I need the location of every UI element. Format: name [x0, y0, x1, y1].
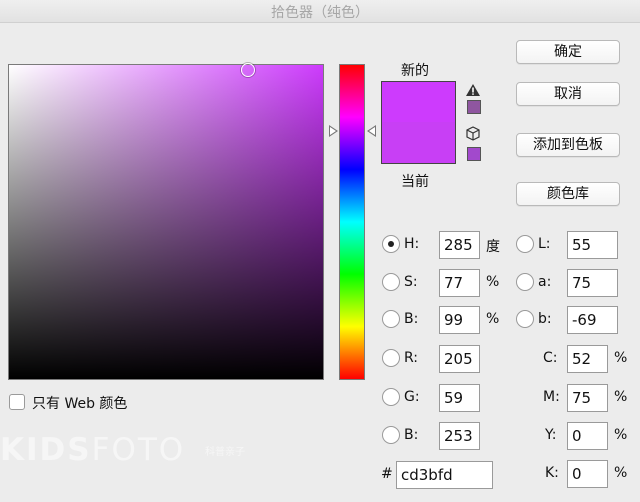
c-unit: % — [614, 350, 628, 366]
s-unit: % — [486, 274, 500, 290]
r-radio[interactable] — [382, 349, 400, 367]
c-field[interactable]: 52 — [567, 345, 608, 373]
g-field[interactable]: 59 — [439, 384, 480, 412]
b-lab-radio[interactable] — [516, 310, 534, 328]
h-label: H: — [404, 236, 420, 252]
watermark-logo: KIDSFOTO 科普亲子 — [0, 432, 245, 468]
h-radio[interactable] — [382, 235, 400, 253]
g-radio[interactable] — [382, 388, 400, 406]
a-radio[interactable] — [516, 273, 534, 291]
h-unit: 度 — [486, 239, 500, 255]
new-color-label: 新的 — [401, 63, 429, 79]
b-hsb-field[interactable]: 99 — [439, 306, 480, 334]
l-field[interactable]: 55 — [567, 231, 618, 259]
hue-slider[interactable] — [339, 64, 365, 380]
web-safe-swatch[interactable] — [467, 147, 481, 161]
title-bar: 拾色器（纯色） — [0, 0, 640, 23]
s-radio[interactable] — [382, 273, 400, 291]
cancel-button[interactable]: 取消 — [516, 82, 620, 106]
web-only-label: 只有 Web 颜色 — [32, 396, 128, 412]
y-label: Y: — [545, 427, 557, 443]
window-title: 拾色器（纯色） — [271, 5, 369, 21]
k-label: K: — [545, 465, 559, 481]
h-field[interactable]: 285 — [439, 231, 480, 259]
ok-button[interactable]: 确定 — [516, 40, 620, 64]
c-label: C: — [543, 350, 558, 366]
color-libraries-button[interactable]: 颜色库 — [516, 182, 620, 206]
m-unit: % — [614, 389, 628, 405]
k-unit: % — [614, 465, 628, 481]
hue-slider-left-arrow-icon[interactable] — [329, 125, 338, 137]
current-color-label: 当前 — [401, 174, 429, 190]
color-field[interactable] — [8, 64, 324, 380]
s-field[interactable]: 77 — [439, 269, 480, 297]
b-rgb-label: B: — [404, 427, 419, 443]
b-lab-field[interactable]: -69 — [567, 306, 618, 334]
cube-icon — [466, 126, 480, 141]
new-color-swatch — [381, 81, 456, 122]
gamut-warning-swatch[interactable] — [467, 100, 481, 114]
b-lab-label: b: — [538, 311, 552, 327]
a-field[interactable]: 75 — [567, 269, 618, 297]
l-label: L: — [538, 236, 551, 252]
m-label: M: — [543, 389, 560, 405]
y-unit: % — [614, 427, 628, 443]
hex-label: # — [381, 466, 393, 482]
b-rgb-field[interactable]: 253 — [439, 422, 480, 450]
b-hsb-label: B: — [404, 311, 419, 327]
warning-triangle-icon — [466, 84, 480, 96]
s-label: S: — [404, 274, 418, 290]
g-label: G: — [404, 389, 420, 405]
m-field[interactable]: 75 — [567, 384, 608, 412]
l-radio[interactable] — [516, 235, 534, 253]
r-label: R: — [404, 350, 419, 366]
current-color-swatch[interactable] — [381, 122, 456, 164]
b-rgb-radio[interactable] — [382, 426, 400, 444]
b-hsb-radio[interactable] — [382, 310, 400, 328]
r-field[interactable]: 205 — [439, 345, 480, 373]
hue-slider-right-arrow-icon[interactable] — [367, 125, 376, 137]
color-field-cursor[interactable] — [241, 63, 255, 77]
k-field[interactable]: 0 — [567, 460, 608, 488]
add-to-swatches-button[interactable]: 添加到色板 — [516, 133, 620, 157]
web-only-checkbox[interactable] — [9, 394, 25, 410]
a-label: a: — [538, 274, 552, 290]
y-field[interactable]: 0 — [567, 422, 608, 450]
b-hsb-unit: % — [486, 311, 500, 327]
hex-field[interactable]: cd3bfd — [396, 461, 493, 489]
